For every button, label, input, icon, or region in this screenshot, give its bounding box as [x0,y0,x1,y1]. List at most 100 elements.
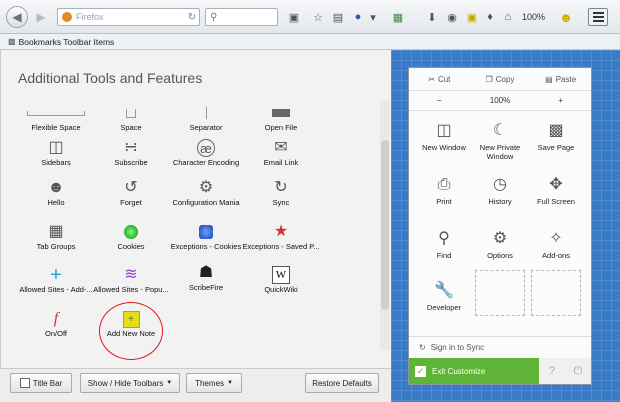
sync-icon: ↻ [274,179,288,196]
palette-item-quickwiki[interactable]: W QuickWiki [242,264,320,306]
bookmarks-toolbar-label: Bookmarks Toolbar Items [18,36,115,47]
menu-item-new-window[interactable]: ◫ New Window [416,118,472,168]
copy-button[interactable]: ❐ Copy [470,68,531,90]
palette-item-email-link[interactable]: ✉ Email Link [242,137,320,179]
bookmark-star-icon[interactable]: ☆ [310,9,326,25]
exit-customize-button[interactable]: ✓ Exit Customize [409,358,539,384]
palette-item-character-encoding[interactable]: æ Character Encoding [167,137,245,179]
restore-defaults-button[interactable]: Restore Defaults [305,373,379,393]
window-icon: ◫ [436,122,452,139]
checkbox-icon [19,378,30,388]
url-placeholder: Firefox [76,12,104,22]
paste-button[interactable]: ▤ Paste [530,68,591,90]
menu-item-find[interactable]: ⚲ Find [416,226,472,276]
menu-button[interactable] [588,8,608,26]
wikipedia-icon: W [272,266,290,284]
palette-item-sidebars[interactable]: ◫ Sidebars [17,137,95,179]
cut-button[interactable]: ✂ Cut [409,68,470,90]
help-icon: ? [548,365,556,377]
menu-item-print[interactable]: ⎙ Print [416,172,472,222]
tag-icon[interactable]: ♦ [482,9,498,25]
flash-toggle-icon: f [53,310,59,327]
power-icon: ⏻ [573,364,583,377]
cookies-icon [124,225,138,239]
forget-icon: ↺ [124,179,138,196]
smiley-icon[interactable]: ☻ [558,9,574,25]
menu-item-history[interactable]: ◷ History [472,172,528,222]
customize-palette: Additional Tools and Features Flexible S… [0,50,391,368]
title-bar-button[interactable]: Title Bar [10,373,72,393]
pocket-icon[interactable]: ◉ [444,9,460,25]
zoom-out-button[interactable]: − [409,90,470,110]
palette-item-subscribe[interactable]: ∺ Subscribe [92,137,170,179]
wrench-icon: 🔧 [434,282,454,299]
empty-slot[interactable] [475,270,525,316]
exit-row: ✓ Exit Customize ? ⏻ [409,358,591,384]
sync-row[interactable]: ↻ Sign in to Sync [409,336,591,357]
quit-button[interactable]: ⏻ [565,358,591,384]
zoom-in-button[interactable]: + [530,90,591,110]
palette-item-allowed-sites-addons[interactable]: + Allowed Sites - Add-... [17,264,95,306]
open-file-icon [272,109,290,117]
palette-item-scribefire[interactable]: ☗ ScribeFire [167,262,245,304]
space-icon [126,108,136,118]
back-button[interactable]: ◀ [6,6,28,28]
zoom-reset-button[interactable]: 100% [470,90,531,110]
reload-icon[interactable]: ↻ [185,12,199,23]
show-hide-toolbars-button[interactable]: Show / Hide Toolbars ▼ [80,373,180,393]
zoom-level: 100% [522,12,546,22]
highlight-circle [99,302,163,360]
home-icon[interactable]: ⌂ [500,9,516,25]
menu-item-addons[interactable]: ✧ Add-ons [528,226,584,276]
mask-icon: ☾ [492,122,508,139]
palette-title: Additional Tools and Features [18,70,203,86]
clipboard-icon[interactable]: ▤ [330,9,346,25]
zoom-controls: − 100% + [409,90,591,111]
palette-item-exceptions-saved-passwords[interactable]: ★ Exceptions - Saved P... [242,221,320,263]
palette-item-forget[interactable]: ↺ Forget [92,177,170,219]
printer-icon: ⎙ [437,176,451,193]
bookmarks-toolbar: ▩ Bookmarks Toolbar Items [0,34,620,50]
rss-icon: ∺ [124,139,138,156]
hello-icon: ☻ [47,179,65,196]
menu-item-options[interactable]: ⚙ Options [472,226,528,276]
device-icon[interactable]: ▣ [286,9,302,25]
dropdown-arrow-icon[interactable]: ▾ [368,9,378,25]
palette-item-allowed-sites-popups[interactable]: ≋ Allowed Sites - Popu... [92,264,170,306]
scribefire-icon: ☗ [198,264,214,281]
themes-button[interactable]: Themes ▼ [186,373,242,393]
menu-item-new-private-window[interactable]: ☾ New Private Window [472,118,528,168]
menu-item-developer[interactable]: 🔧 Developer [416,278,472,328]
sync-icon: ↻ [419,342,426,352]
dropdown-arrow-icon: ▼ [226,380,233,386]
palette-item-tab-groups[interactable]: ▦ Tab Groups [17,221,95,263]
palette-item-cookies[interactable]: Cookies [92,221,170,263]
nav-toolbar: ◀ ▶ Firefox ↻ ⚲ ▣ ☆ ▤ ● ▾ ▦ ⬇ ◉ ▣ ♦ ⌂ 10… [0,0,620,34]
download-icon[interactable]: ⬇ [424,9,440,25]
tab-groups-icon: ▦ [48,223,64,240]
menu-item-full-screen[interactable]: ✥ Full Screen [528,172,584,222]
url-bar[interactable]: Firefox ↻ [57,8,200,26]
palette-item-hello[interactable]: ☻ Hello [17,177,95,219]
firefox-icon [62,12,72,22]
scroll-thumb[interactable] [381,140,389,310]
palette-item-configuration-mania[interactable]: ⚙ Configuration Mania [167,177,245,219]
search-bar[interactable]: ⚲ [205,8,278,26]
popups-icon: ≋ [124,266,138,283]
screenshot-icon[interactable]: ▦ [390,9,406,25]
palette-item-on-off[interactable]: f On/Off [17,308,95,350]
menu-item-save-page[interactable]: ▩ Save Page [528,118,584,168]
flexible-space-icon [27,110,85,116]
help-button[interactable]: ? [539,358,565,384]
separator-icon [205,107,207,119]
check-icon: ✓ [415,365,426,377]
addon-icon[interactable]: ● [350,9,366,25]
customize-footer: Title Bar Show / Hide Toolbars ▼ Themes … [0,368,391,402]
notes-icon[interactable]: ▣ [464,9,480,25]
paste-icon: ▤ [545,74,553,84]
empty-slot[interactable] [531,270,581,316]
palette-scrollbar[interactable] [380,100,390,350]
palette-item-exceptions-cookies[interactable]: Exceptions - Cookies [167,221,245,263]
forward-button[interactable]: ▶ [30,7,52,27]
palette-item-sync[interactable]: ↻ Sync [242,177,320,219]
